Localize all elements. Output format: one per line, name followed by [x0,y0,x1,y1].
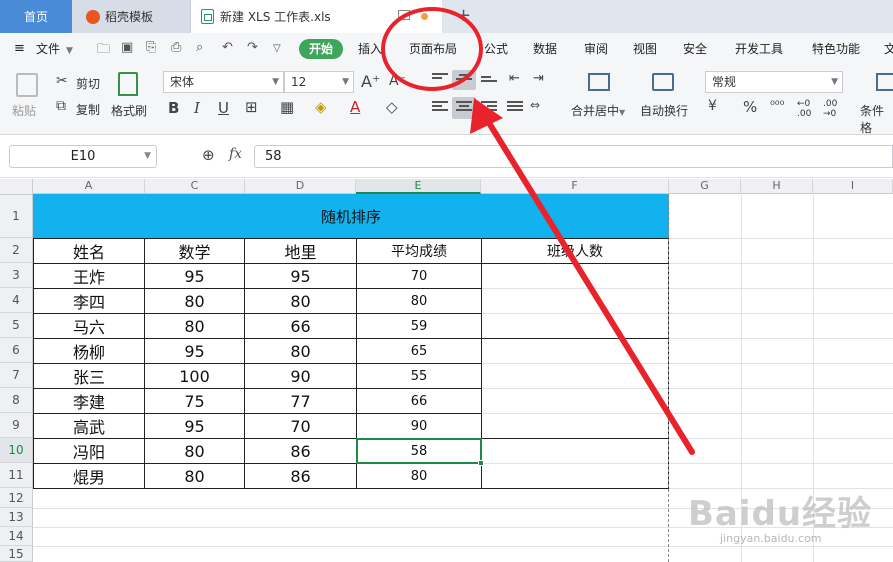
annotation-arrow-line [483,115,695,455]
baidu-watermark-url: jingyan.baidu.com [720,532,822,545]
annotation-circle [381,7,483,91]
baidu-watermark: Baidu经验 [688,494,873,534]
annotation-arrow-head [470,98,503,134]
annotation-overlay [381,7,695,455]
